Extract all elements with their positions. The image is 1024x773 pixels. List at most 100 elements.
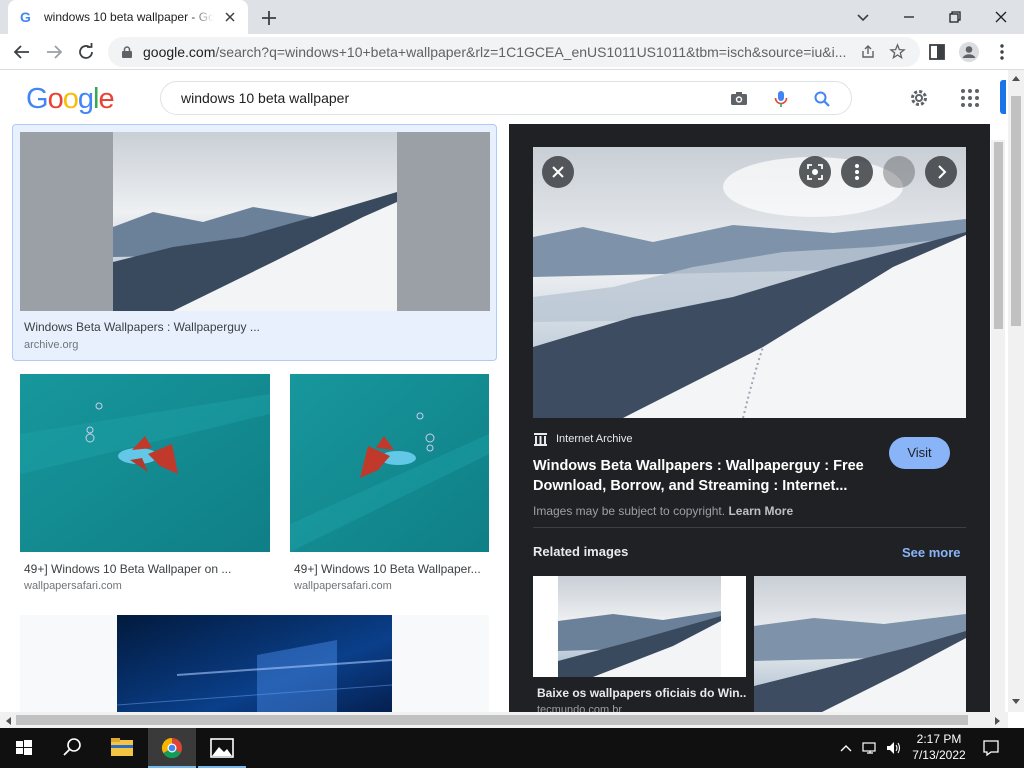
result-title[interactable]: 49+] Windows 10 Beta Wallpaper... bbox=[294, 562, 486, 576]
scroll-right-arrow-icon[interactable] bbox=[994, 716, 1002, 726]
clock-time: 2:17 PM bbox=[916, 732, 962, 746]
betta-fish-image bbox=[290, 374, 489, 552]
result-thumbnail[interactable] bbox=[290, 374, 489, 552]
minimize-icon[interactable] bbox=[897, 5, 921, 29]
sign-in-button-edge[interactable] bbox=[1000, 80, 1006, 114]
horizontal-scrollbar[interactable] bbox=[0, 712, 1008, 728]
chrome-icon bbox=[161, 737, 182, 759]
google-lens-button[interactable] bbox=[799, 156, 831, 188]
reload-icon[interactable] bbox=[74, 40, 98, 64]
tab-title: windows 10 beta wallpaper - Goo bbox=[44, 10, 214, 24]
preview-source-name[interactable]: Internet Archive bbox=[556, 433, 632, 445]
image-results-grid: Windows Beta Wallpapers : Wallpaperguy .… bbox=[0, 124, 509, 712]
scroll-left-arrow-icon[interactable] bbox=[4, 716, 12, 726]
microphone-icon[interactable] bbox=[771, 89, 791, 109]
google-apps-icon[interactable] bbox=[959, 87, 981, 109]
related-image-card[interactable] bbox=[754, 576, 966, 712]
scroll-down-arrow-icon[interactable] bbox=[1011, 698, 1021, 706]
bookmark-star-icon[interactable] bbox=[889, 43, 906, 60]
photos-icon[interactable] bbox=[198, 728, 246, 768]
search-query-text: windows 10 beta wallpaper bbox=[181, 90, 350, 106]
address-bar[interactable]: google.com/search?q=windows+10+beta+wall… bbox=[108, 37, 920, 67]
profile-avatar-icon[interactable] bbox=[957, 40, 981, 64]
file-explorer-icon[interactable] bbox=[98, 728, 146, 768]
lock-icon[interactable] bbox=[120, 45, 134, 59]
related-title[interactable]: Baixe os wallpapers oficiais do Win... bbox=[537, 686, 746, 700]
close-preview-button[interactable] bbox=[542, 156, 574, 188]
search-icon[interactable] bbox=[812, 89, 832, 109]
forward-arrow-icon[interactable] bbox=[42, 40, 66, 64]
google-header: Google windows 10 beta wallpaper bbox=[0, 70, 1008, 124]
camera-icon[interactable] bbox=[729, 89, 749, 109]
panel-scrollbar-thumb[interactable] bbox=[994, 142, 1003, 329]
google-logo[interactable]: Google bbox=[26, 83, 115, 116]
scrollbar-thumb[interactable] bbox=[1011, 96, 1021, 326]
chevron-left-icon bbox=[893, 165, 902, 179]
browser-toolbar: google.com/search?q=windows+10+beta+wall… bbox=[0, 34, 1024, 70]
lens-icon bbox=[807, 164, 823, 180]
close-tab-icon[interactable] bbox=[222, 9, 238, 25]
copyright-text: Images may be subject to copyright. bbox=[533, 504, 726, 518]
panel-scrollbar[interactable] bbox=[991, 140, 1005, 712]
more-vert-icon bbox=[855, 164, 859, 180]
previous-image-button[interactable] bbox=[883, 156, 915, 188]
internet-archive-icon bbox=[534, 433, 547, 446]
result-source[interactable]: wallpapersafari.com bbox=[294, 580, 392, 592]
windows-start-icon[interactable] bbox=[0, 728, 48, 768]
related-image-card[interactable]: Baixe os wallpapers oficiais do Win... t… bbox=[533, 576, 746, 712]
related-images-heading: Related images bbox=[533, 544, 629, 559]
url-host: google.com bbox=[143, 44, 216, 60]
image-result-card-selected[interactable]: Windows Beta Wallpapers : Wallpaperguy .… bbox=[12, 124, 497, 361]
copyright-notice: Images may be subject to copyright. Lear… bbox=[533, 504, 793, 518]
betta-fish-image bbox=[20, 374, 270, 552]
preview-title[interactable]: Windows Beta Wallpapers : Wallpaperguy :… bbox=[533, 456, 873, 496]
related-source[interactable]: tecmundo.com.br bbox=[537, 704, 622, 712]
back-arrow-icon[interactable] bbox=[10, 40, 34, 64]
result-title[interactable]: 49+] Windows 10 Beta Wallpaper on ... bbox=[24, 562, 264, 576]
visit-button[interactable]: Visit bbox=[889, 437, 950, 469]
share-icon[interactable] bbox=[860, 44, 876, 60]
taskbar-search-icon[interactable] bbox=[48, 728, 96, 768]
notifications-icon[interactable] bbox=[982, 739, 1000, 757]
see-more-link[interactable]: See more bbox=[902, 545, 961, 560]
learn-more-link[interactable]: Learn More bbox=[728, 504, 793, 518]
result-thumbnail[interactable] bbox=[20, 374, 270, 552]
logo-letter: o bbox=[47, 83, 64, 115]
result-thumbnail[interactable] bbox=[117, 615, 392, 712]
result-title[interactable]: Windows Beta Wallpapers : Wallpaperguy .… bbox=[24, 320, 484, 334]
logo-letter: e bbox=[98, 83, 114, 115]
url-path: /search?q=windows+10+beta+wallpaper&rlz=… bbox=[215, 44, 847, 60]
url-text: google.com/search?q=windows+10+beta+wall… bbox=[143, 44, 863, 60]
vertical-scrollbar[interactable] bbox=[1008, 70, 1024, 712]
search-input[interactable]: windows 10 beta wallpaper bbox=[160, 81, 852, 115]
show-hidden-icons-chevron-icon[interactable] bbox=[838, 741, 854, 755]
image-result-card[interactable]: 49+] Windows 10 Beta Wallpaper... wallpa… bbox=[290, 374, 489, 599]
system-clock[interactable]: 2:17 PM 7/13/2022 bbox=[900, 731, 978, 763]
scroll-up-arrow-icon[interactable] bbox=[1011, 74, 1021, 82]
browser-menu-icon[interactable] bbox=[990, 40, 1014, 64]
new-tab-icon[interactable] bbox=[258, 7, 280, 29]
preview-image[interactable] bbox=[533, 147, 966, 418]
chevron-right-icon bbox=[938, 165, 947, 179]
settings-gear-icon[interactable] bbox=[907, 86, 931, 110]
logo-letter: G bbox=[26, 83, 49, 115]
image-result-card[interactable] bbox=[20, 615, 489, 712]
result-source[interactable]: wallpapersafari.com bbox=[24, 580, 122, 592]
close-window-icon[interactable] bbox=[989, 5, 1013, 29]
related-mountain-image bbox=[754, 576, 966, 712]
next-image-button[interactable] bbox=[925, 156, 957, 188]
result-thumbnail[interactable] bbox=[20, 132, 490, 311]
restore-icon[interactable] bbox=[943, 5, 967, 29]
chrome-taskbar-button[interactable] bbox=[148, 728, 196, 768]
windows-10-hero-image bbox=[117, 615, 392, 712]
horizontal-scrollbar-thumb[interactable] bbox=[16, 715, 968, 725]
image-result-card[interactable]: 49+] Windows 10 Beta Wallpaper on ... wa… bbox=[20, 374, 270, 599]
svg-text:G: G bbox=[20, 9, 31, 25]
network-icon[interactable] bbox=[862, 740, 880, 756]
browser-tab[interactable]: G windows 10 beta wallpaper - Goo bbox=[8, 0, 248, 34]
result-source[interactable]: archive.org bbox=[24, 339, 78, 351]
more-options-button[interactable] bbox=[841, 156, 873, 188]
side-panel-icon[interactable] bbox=[925, 40, 949, 64]
tab-search-chevron-icon[interactable] bbox=[851, 5, 875, 29]
close-icon bbox=[552, 166, 564, 178]
